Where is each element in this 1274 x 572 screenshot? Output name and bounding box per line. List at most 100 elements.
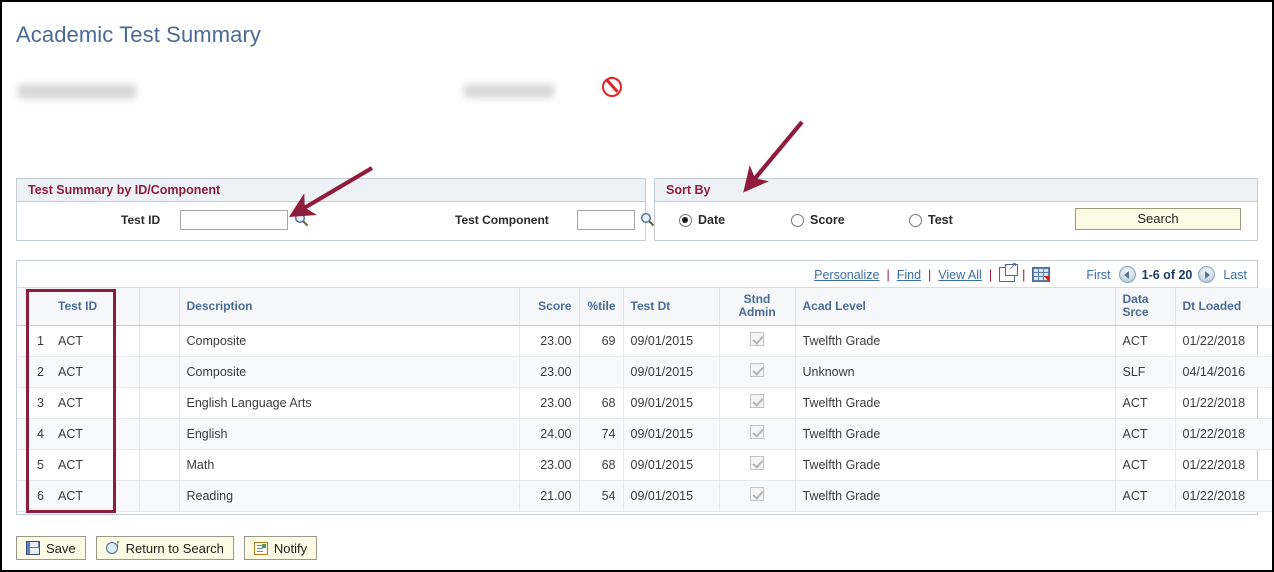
student-id-redacted [464, 84, 554, 98]
personalize-link[interactable]: Personalize [814, 268, 879, 282]
test-id-input[interactable] [180, 210, 288, 230]
action-bar: Save Return to Search Notify [16, 536, 318, 560]
cell-dt-loaded: 04/14/2016 [1175, 356, 1272, 388]
cell-rownum: 4 [17, 418, 51, 450]
cell-test-id: ACT [51, 356, 140, 388]
stnd-admin-checkbox [750, 332, 764, 346]
col-data-source[interactable]: Data Srce [1115, 288, 1176, 326]
cell-test-id: ACT [51, 449, 140, 481]
academic-test-summary-page: Academic Test Summary Test Summary by ID… [2, 2, 1272, 570]
cell-spacer [139, 325, 180, 357]
sort-option-date[interactable]: Date [679, 213, 725, 227]
cell-score: 23.00 [519, 325, 580, 357]
nav-separator: | [1022, 267, 1026, 282]
cell-percentile: 74 [579, 418, 624, 450]
cell-dt-loaded: 01/22/2018 [1175, 449, 1272, 481]
return-to-search-button-label: Return to Search [125, 540, 224, 556]
radio-test-icon[interactable] [909, 213, 922, 227]
test-results-table: Test ID Description Score %tile Test Dt … [17, 288, 1272, 512]
find-link[interactable]: Find [897, 268, 921, 282]
cell-acad-level: Twelfth Grade [795, 449, 1116, 481]
cell-score: 21.00 [519, 480, 580, 512]
col-test-id[interactable]: Test ID [51, 288, 140, 326]
cell-acad-level: Twelfth Grade [795, 480, 1116, 512]
return-to-search-icon [105, 538, 121, 555]
cell-stnd-admin [719, 480, 796, 512]
cell-data-source: ACT [1115, 325, 1176, 357]
table-row: 2 ACT Composite 23.00 09/01/2015 Unknown SLF 04… [17, 356, 1272, 388]
sort-by-panel-title: Sort By [655, 179, 1257, 202]
cell-test-id: ACT [51, 480, 140, 512]
col-description[interactable]: Description [179, 288, 520, 326]
notify-button[interactable]: Notify [243, 536, 318, 560]
radio-date-icon[interactable] [679, 213, 692, 227]
table-header-row: Test ID Description Score %tile Test Dt … [17, 288, 1272, 326]
row-counter: 1-6 of 20 [1141, 267, 1193, 282]
save-button[interactable]: Save [16, 536, 86, 560]
cell-description: Composite [179, 356, 520, 388]
cell-dt-loaded: 01/22/2018 [1175, 418, 1272, 450]
test-summary-panel-title: Test Summary by ID/Component [17, 179, 645, 202]
stnd-admin-checkbox [750, 394, 764, 408]
test-summary-panel: Test Summary by ID/Component Test ID Tes… [16, 178, 655, 241]
sort-option-score-label: Score [810, 213, 845, 227]
cell-spacer [139, 480, 180, 512]
nav-separator: | [886, 267, 890, 282]
last-page-link[interactable]: Last [1221, 268, 1249, 282]
cell-description: Composite [179, 325, 520, 357]
stnd-admin-checkbox [750, 363, 764, 377]
cell-score: 23.00 [519, 387, 580, 419]
view-all-link[interactable]: View All [938, 268, 982, 282]
cell-percentile: 54 [579, 480, 624, 512]
cell-data-source: ACT [1115, 418, 1176, 450]
cell-spacer [139, 387, 180, 419]
cell-data-source: ACT [1115, 449, 1176, 481]
next-page-icon[interactable] [1198, 266, 1216, 283]
table-row: 1 ACT Composite 23.00 69 09/01/2015 Twelfth Gr… [17, 325, 1272, 357]
test-component-input[interactable] [577, 210, 635, 230]
search-button[interactable]: Search [1075, 208, 1241, 230]
cell-data-source: ACT [1115, 387, 1176, 419]
table-row: 4 ACT English 24.00 74 09/01/2015 Twelfth Grad… [17, 418, 1272, 450]
col-stnd-admin-line2: Admin [738, 305, 776, 320]
test-component-label: Test Component [455, 213, 549, 227]
return-to-search-button[interactable]: Return to Search [95, 536, 234, 560]
prev-page-icon[interactable] [1118, 266, 1136, 283]
first-page-link[interactable]: First [1084, 268, 1112, 282]
cell-stnd-admin [719, 387, 796, 419]
cell-description: Math [179, 449, 520, 481]
radio-score-icon[interactable] [791, 213, 804, 227]
cell-description: Reading [179, 480, 520, 512]
cell-percentile [579, 356, 624, 388]
stnd-admin-checkbox [750, 425, 764, 439]
test-component-lookup-icon[interactable] [640, 212, 655, 227]
cell-percentile: 69 [579, 325, 624, 357]
cell-test-date: 09/01/2015 [623, 325, 720, 357]
col-dt-loaded[interactable]: Dt Loaded [1175, 288, 1272, 326]
col-percentile[interactable]: %tile [579, 288, 624, 326]
col-score[interactable]: Score [519, 288, 580, 326]
test-id-lookup-icon[interactable] [294, 212, 309, 227]
cell-stnd-admin [719, 418, 796, 450]
cell-acad-level: Twelfth Grade [795, 418, 1116, 450]
cell-acad-level: Twelfth Grade [795, 325, 1116, 357]
col-stnd-admin-line1: Stnd [743, 292, 771, 307]
download-spreadsheet-icon[interactable] [1032, 267, 1051, 282]
table-row: 6 ACT Reading 21.00 54 09/01/2015 Twelfth Grad… [17, 480, 1272, 512]
cell-description: English Language Arts [179, 387, 520, 419]
cell-spacer [139, 356, 180, 388]
student-name-redacted [18, 84, 136, 99]
new-window-icon[interactable] [999, 261, 1019, 282]
cell-stnd-admin [719, 356, 796, 388]
col-test-date[interactable]: Test Dt [623, 288, 720, 326]
sort-option-test[interactable]: Test [909, 213, 953, 227]
stnd-admin-checkbox [750, 487, 764, 501]
cell-description: English [179, 418, 520, 450]
col-stnd-admin[interactable]: Stnd Admin [719, 288, 796, 326]
sort-option-test-label: Test [928, 213, 953, 227]
stnd-admin-checkbox [750, 456, 764, 470]
col-acad-level[interactable]: Acad Level [795, 288, 1116, 326]
sort-option-score[interactable]: Score [791, 213, 845, 227]
page-title: Academic Test Summary [16, 22, 261, 47]
nav-separator: | [928, 267, 932, 282]
